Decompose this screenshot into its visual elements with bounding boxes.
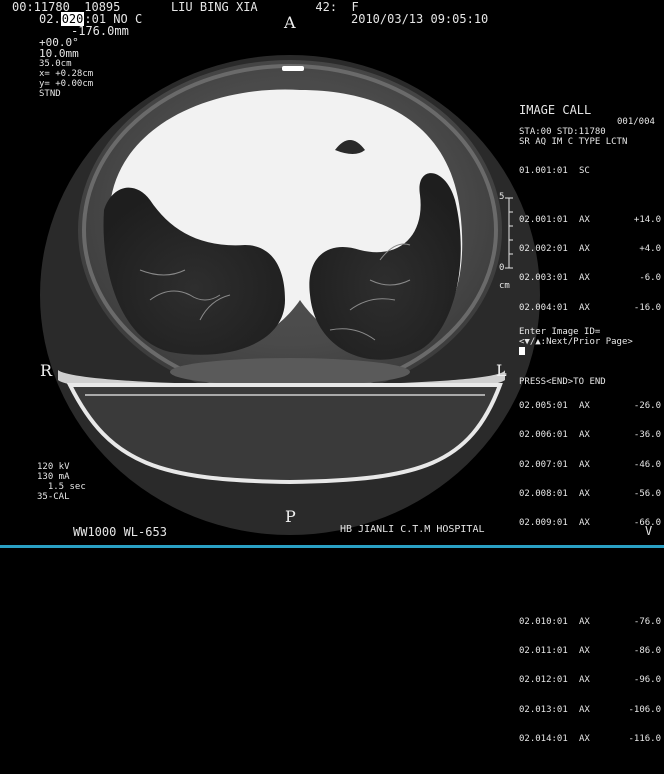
image-id-prompt: Enter Image ID=	[519, 327, 601, 337]
image-id: 02.009:01	[519, 518, 568, 529]
image-id: 02.001:01	[519, 214, 568, 225]
hospital-name: HB JIANLI C.T.M HOSPITAL	[340, 524, 485, 535]
list-item[interactable]: 02.009:01 AX -66.0	[519, 519, 661, 529]
image-type: AX	[579, 518, 590, 529]
posterior-wall	[170, 358, 410, 386]
image-id: 02.006:01	[519, 430, 568, 441]
image-location: -106.0	[628, 704, 661, 715]
page-nav-hint: <▼/▲:Next/Prior Page>	[519, 337, 633, 347]
image-type: AX	[579, 489, 590, 500]
list-item[interactable]: 02.003:01 AX -6.0	[519, 274, 661, 284]
image-id: 02.004:01	[519, 302, 568, 313]
list-item[interactable]: 02.006:01 AX -36.0	[519, 431, 661, 441]
image-location: -46.0	[633, 459, 661, 470]
image-id: 01.001:01	[519, 165, 568, 176]
image-id: 02.011:01	[519, 646, 568, 657]
image-location: -86.0	[633, 646, 661, 657]
image-id: 02.003:01	[519, 273, 568, 284]
calibration: 35-CAL	[37, 492, 70, 502]
scale-unit: cm	[499, 281, 510, 291]
image-id: 02.012:01	[519, 675, 568, 686]
end-hint: PRESS<END>TO END	[519, 377, 606, 387]
orientation-right: R	[40, 361, 53, 380]
study-datetime: 2010/03/13 09:05:10	[351, 12, 489, 26]
list-item[interactable]: 02.001:01 AX +14.0	[519, 214, 661, 226]
list-item[interactable]: 02.005:01 AX -26.0	[519, 400, 661, 412]
image-type: AX	[579, 616, 590, 627]
image-location	[617, 167, 661, 177]
image-type: AX	[579, 704, 590, 715]
orientation-anterior: A	[284, 13, 296, 32]
image-group-2: 02.005:01 AX -26.0 02.006:01 AX -36.0 02.007…	[519, 382, 661, 549]
skin-marker	[282, 66, 304, 71]
image-type: AX	[579, 734, 590, 745]
image-type: AX	[579, 430, 590, 441]
image-location: -76.0	[633, 616, 661, 627]
image-location: -56.0	[633, 489, 661, 500]
orientation-left: L	[496, 361, 507, 380]
slice-thickness: 10.0mm	[39, 47, 79, 60]
image-group-1: 02.001:01 AX +14.0 02.002:01 AX +4.0 02.003:…	[519, 196, 661, 333]
tube-voltage: 120 kV	[37, 462, 70, 472]
field-of-view-size: 35.0cm	[39, 59, 72, 69]
image-location: -116.0	[628, 734, 661, 745]
list-header: SR AQ IM C TYPE LCTN	[519, 137, 628, 147]
image-id: 02.005:01	[519, 400, 568, 411]
list-item[interactable]: 02.010:01 AX -76.0	[519, 616, 661, 628]
image-list: 01.001:01 SC 02.001:01 AX +14.0 02.002:01 A…	[519, 147, 661, 774]
scroll-marker: V	[645, 524, 653, 538]
image-call-page: 001/004	[617, 117, 655, 127]
image-id: 02.013:01	[519, 704, 568, 715]
image-type: AX	[579, 646, 590, 657]
scan-time: 1.5 sec	[37, 482, 86, 492]
list-item[interactable]: 02.013:01 AX -106.0	[519, 704, 661, 716]
window-level: WW1000 WL-653	[73, 525, 167, 539]
image-id: 02.007:01	[519, 459, 568, 470]
image-type: AX	[579, 400, 590, 411]
scale-top-label: 5	[499, 192, 505, 202]
image-type: SC	[579, 165, 590, 176]
slice-location: -176.0mm	[71, 24, 129, 38]
image-location: -96.0	[633, 675, 661, 686]
list-item[interactable]: 02.007:01 AX -46.0	[519, 459, 661, 471]
text-cursor[interactable]	[519, 347, 525, 355]
study-index: STA:00 STD:11780	[519, 127, 606, 137]
image-type: AX	[579, 459, 590, 470]
orientation-posterior: P	[285, 507, 296, 526]
image-type: AX	[579, 243, 590, 254]
list-item[interactable]: 01.001:01 SC	[519, 165, 661, 177]
image-location: -66.0	[633, 518, 661, 529]
image-location: +14.0	[633, 214, 661, 225]
list-item[interactable]: 02.012:01 AX -96.0	[519, 676, 661, 686]
list-item[interactable]: 02.002:01 AX +4.0	[519, 243, 661, 255]
list-item[interactable]: 02.004:01 AX -16.0	[519, 302, 661, 314]
tube-current: 130 mA	[37, 472, 70, 482]
series-prefix: 02.	[39, 12, 61, 26]
image-type: AX	[579, 675, 590, 686]
y-offset: y= +0.00cm	[39, 79, 94, 89]
scale-bottom-label: 0	[499, 263, 505, 273]
image-call-title: IMAGE CALL	[519, 103, 592, 117]
image-location: -6.0	[639, 273, 661, 284]
image-type: AX	[579, 214, 590, 225]
x-offset: x= +0.28cm	[39, 69, 94, 79]
list-item[interactable]: 02.011:01 AX -86.0	[519, 646, 661, 657]
image-location: -16.0	[633, 302, 661, 313]
image-id: 02.002:01	[519, 243, 568, 254]
list-item[interactable]: 02.014:01 AX -116.0	[519, 734, 661, 745]
image-type: AX	[579, 302, 590, 313]
image-id: 02.010:01	[519, 616, 568, 627]
image-group-3: 02.010:01 AX -76.0 02.011:01 AX -86.0 02.012…	[519, 598, 661, 765]
image-location: -36.0	[633, 430, 661, 441]
image-type: AX	[579, 273, 590, 284]
image-id: 02.014:01	[519, 734, 568, 745]
recon-mode: STND	[39, 89, 61, 99]
list-item[interactable]: 02.008:01 AX -56.0	[519, 489, 661, 500]
image-location: -26.0	[633, 400, 661, 411]
image-location: +4.0	[639, 243, 661, 254]
image-id: 02.008:01	[519, 489, 568, 500]
